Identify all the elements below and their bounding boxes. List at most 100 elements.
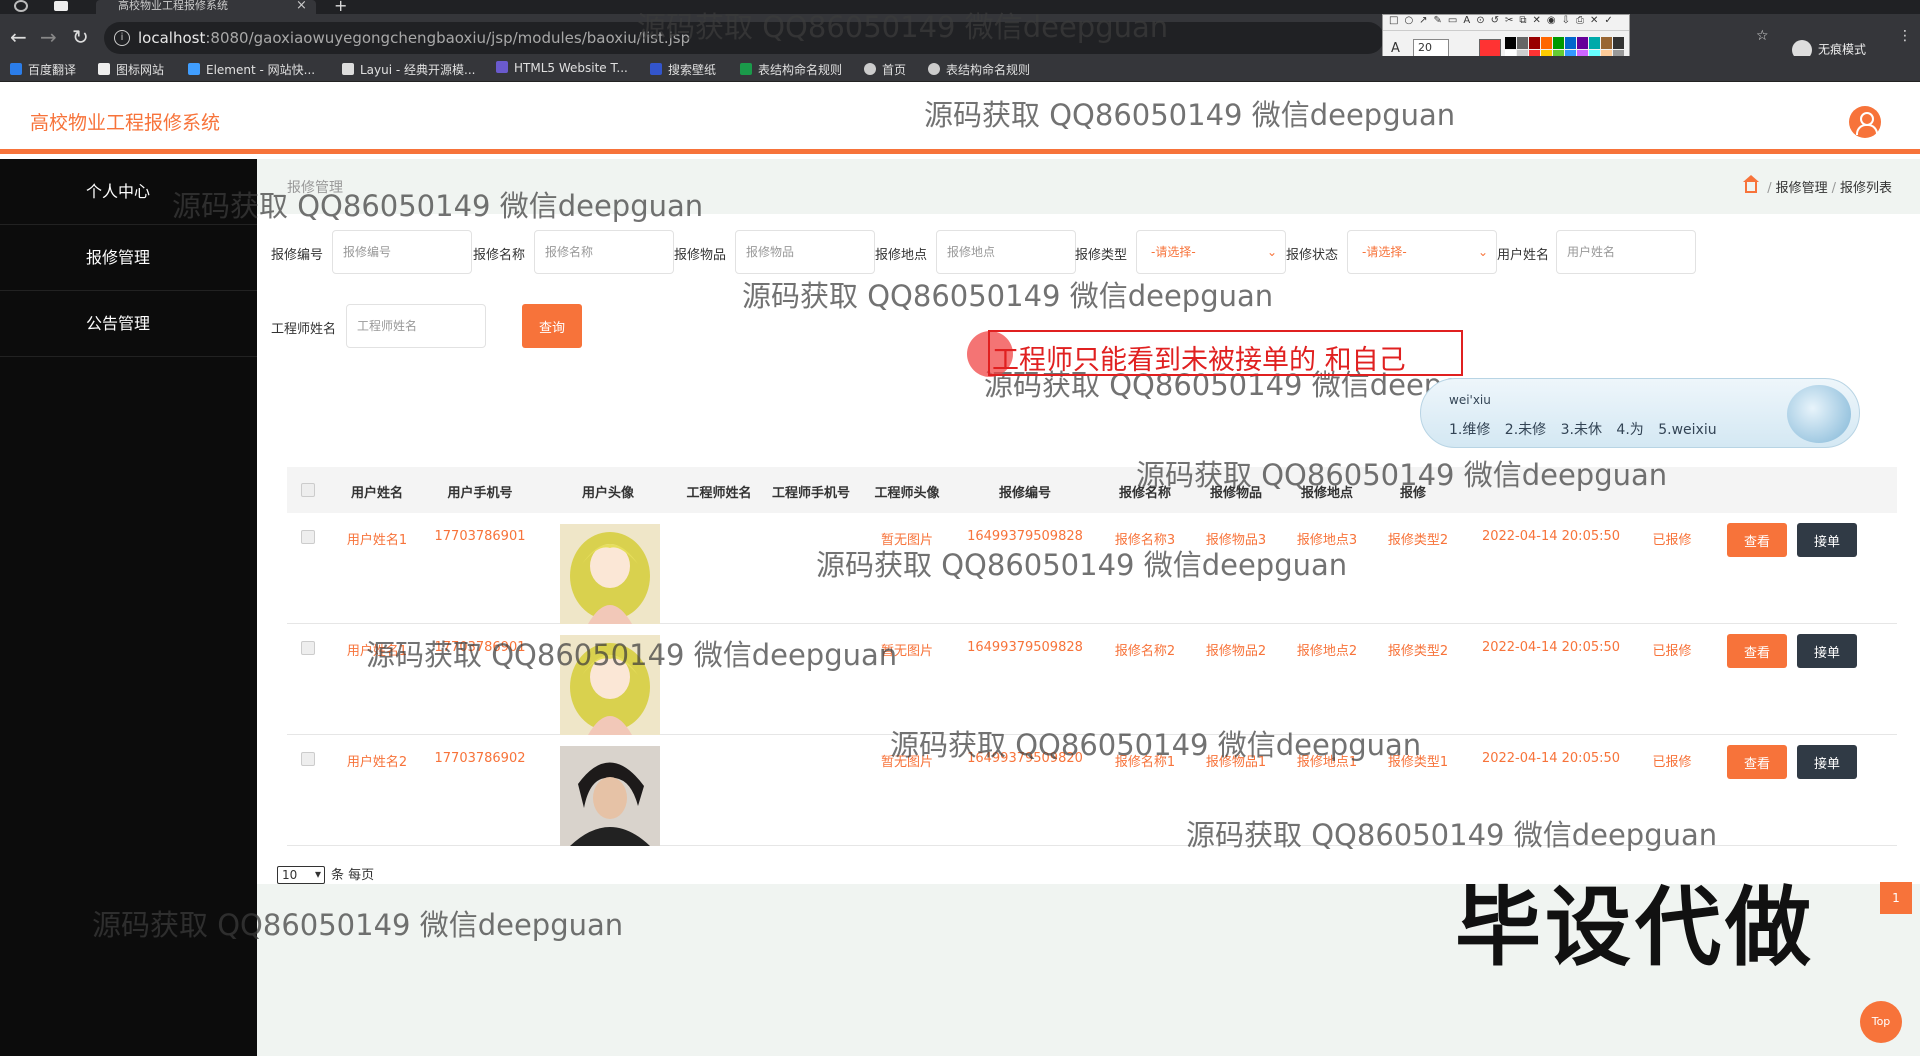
repair-item-input[interactable] bbox=[735, 230, 875, 274]
window-icon bbox=[54, 1, 68, 11]
column-header: 工程师头像 bbox=[874, 486, 940, 501]
more-icon[interactable]: ⋮ bbox=[1898, 28, 1912, 44]
app-header: 高校物业工程报修系统 bbox=[0, 82, 1920, 154]
browser-tab-title: 高校物业工程报修系统 bbox=[118, 0, 228, 12]
repair-item-cell: 报修物品2 bbox=[1205, 644, 1267, 659]
font-size-select[interactable]: 20 bbox=[1413, 39, 1449, 57]
repair-item-cell: 报修物品1 bbox=[1205, 755, 1267, 770]
table-header: 用户姓名 用户手机号 用户头像 工程师姓名 工程师手机号 工程师头像 报修编号 … bbox=[287, 467, 1897, 513]
repair-status-cell: 已报修 bbox=[1652, 644, 1692, 659]
sidebar-item-label: 公告管理 bbox=[86, 314, 151, 333]
filter-label: 报修地点 bbox=[875, 248, 928, 263]
info-icon[interactable]: i bbox=[114, 30, 130, 46]
repair-type-cell: 报修类型2 bbox=[1387, 533, 1449, 548]
take-order-button[interactable]: 接单 bbox=[1797, 634, 1857, 668]
bookmark-item[interactable]: 搜索壁纸 bbox=[650, 61, 716, 78]
browser-tabbar: 高校物业工程报修系统 × + bbox=[0, 0, 1920, 15]
incognito-label: 无痕模式 bbox=[1818, 42, 1867, 57]
bookmark-label: 百度翻译 bbox=[28, 63, 77, 77]
engineer-name-input[interactable] bbox=[346, 304, 486, 348]
ime-candidate-window: wei'xiu 1.维修 2.未修 3.未休 4.为 5.weixiu bbox=[1420, 378, 1860, 448]
forward-icon[interactable]: → bbox=[40, 25, 57, 49]
repair-type-select[interactable]: -请选择- ⌄ bbox=[1136, 230, 1286, 274]
bookmark-item[interactable]: Element - 网站快... bbox=[188, 61, 315, 78]
breadcrumb-item[interactable]: 报修管理 bbox=[1776, 181, 1828, 196]
browser-tab[interactable]: 高校物业工程报修系统 bbox=[96, 0, 316, 14]
sidebar-item-personal-center[interactable]: 个人中心 bbox=[0, 159, 257, 225]
list-panel: 报修编号 报修名称 报修物品 报修地点 报修类型 -请选择- ⌄ 报修状态 -请选… bbox=[257, 214, 1920, 914]
repair-place-cell: 报修地点1 bbox=[1296, 755, 1358, 770]
take-order-button[interactable]: 接单 bbox=[1797, 745, 1857, 779]
bookmark-item[interactable]: 图标网站 bbox=[98, 61, 164, 78]
bookmark-label: 表结构命名规则 bbox=[946, 63, 1031, 77]
bookmark-item[interactable]: 表结构命名规则 bbox=[740, 61, 842, 78]
user-avatar-image bbox=[560, 524, 660, 624]
bookmark-item[interactable]: 首页 bbox=[864, 61, 906, 78]
sidebar-item-repair-management[interactable]: 报修管理 bbox=[0, 225, 257, 291]
sheet-icon bbox=[740, 63, 752, 75]
bookmark-label: Layui - 经典开源模... bbox=[360, 63, 476, 77]
annotation-text: 工程师只能看到未被接单的 和自己 bbox=[992, 345, 1406, 376]
star-icon[interactable]: ☆ bbox=[1756, 28, 1769, 44]
view-button[interactable]: 查看 bbox=[1727, 634, 1787, 668]
bookmark-item[interactable]: Layui - 经典开源模... bbox=[342, 61, 475, 78]
breadcrumb-item: 报修列表 bbox=[1839, 181, 1892, 196]
page-size-select[interactable]: 10 bbox=[277, 866, 325, 884]
user-avatar-icon[interactable] bbox=[1849, 106, 1881, 138]
repair-place-input[interactable] bbox=[936, 230, 1076, 274]
repair-name-input[interactable] bbox=[534, 230, 674, 274]
user-name-cell: 用户姓名1 bbox=[346, 644, 408, 659]
reload-icon[interactable]: ↻ bbox=[72, 25, 89, 49]
page-number-button[interactable]: 1 bbox=[1880, 882, 1912, 914]
repair-time-cell: 2022-04-14 20:05:50 bbox=[1481, 529, 1621, 544]
page-header: 报修管理 / 报修管理 / 报修列表 bbox=[257, 159, 1920, 214]
phone-cell: 17703786901 bbox=[434, 529, 526, 544]
view-button[interactable]: 查看 bbox=[1727, 523, 1787, 557]
row-checkbox[interactable] bbox=[301, 752, 315, 766]
repair-no-input[interactable] bbox=[332, 230, 472, 274]
view-button[interactable]: 查看 bbox=[1727, 745, 1787, 779]
sidebar-item-label: 个人中心 bbox=[86, 182, 151, 201]
repair-type-cell: 报修类型2 bbox=[1387, 644, 1449, 659]
engineer-avatar-cell: 暂无图片 bbox=[880, 755, 934, 770]
home-icon[interactable] bbox=[1743, 175, 1760, 193]
new-tab-icon[interactable]: + bbox=[334, 0, 347, 15]
bookmark-label: 搜索壁纸 bbox=[668, 63, 717, 77]
ime-candidates[interactable]: 1.维修 2.未修 3.未休 4.为 5.weixiu bbox=[1449, 419, 1717, 439]
sidebar-item-label: 报修管理 bbox=[86, 248, 151, 267]
user-name-cell: 用户姓名2 bbox=[346, 755, 408, 770]
bookmark-item[interactable]: 表结构命名规则 bbox=[928, 61, 1030, 78]
ime-pinyin: wei'xiu bbox=[1449, 393, 1491, 407]
query-button[interactable]: 查询 bbox=[522, 304, 582, 348]
breadcrumb: / 报修管理 / 报修列表 bbox=[1743, 175, 1892, 196]
take-order-button[interactable]: 接单 bbox=[1797, 523, 1857, 557]
repair-no-cell: 16499379509828 bbox=[967, 529, 1083, 544]
back-icon[interactable]: ← bbox=[10, 25, 27, 49]
layui-icon bbox=[342, 63, 354, 75]
repair-time-cell: 2022-04-14 20:05:50 bbox=[1481, 751, 1621, 766]
filter-label: 用户姓名 bbox=[1497, 248, 1550, 263]
repair-status-cell: 已报修 bbox=[1652, 755, 1692, 770]
row-checkbox[interactable] bbox=[301, 641, 315, 655]
user-name-cell: 用户姓名1 bbox=[346, 533, 408, 548]
browser-menu-icon[interactable] bbox=[14, 0, 28, 12]
repair-name-cell: 报修名称1 bbox=[1114, 755, 1176, 770]
repair-status-cell: 已报修 bbox=[1652, 533, 1692, 548]
row-checkbox[interactable] bbox=[301, 530, 315, 544]
drawing-tools-row[interactable]: □○↗✎▭A⊙↺✂⧉✕◉⇩⎙✕✓ bbox=[1383, 15, 1629, 31]
select-all-checkbox[interactable] bbox=[301, 483, 315, 497]
bookmark-item[interactable]: HTML5 Website T... bbox=[496, 61, 628, 75]
close-tab-icon[interactable]: × bbox=[296, 0, 307, 13]
filter-label: 报修物品 bbox=[674, 248, 727, 263]
bookmark-item[interactable]: 百度翻译 bbox=[10, 61, 76, 78]
column-header: 用户头像 bbox=[581, 486, 635, 501]
url-input[interactable]: i localhost:8080/gaoxiaowuyegongchengbao… bbox=[104, 22, 1384, 54]
repair-type-cell: 报修类型1 bbox=[1387, 755, 1449, 770]
repair-status-select[interactable]: -请选择- ⌄ bbox=[1347, 230, 1497, 274]
url-path: :8080/gaoxiaowuyegongchengbaoxiu/jsp/mod… bbox=[205, 29, 691, 47]
back-to-top-button[interactable]: Top bbox=[1860, 1001, 1902, 1043]
sidebar-item-notice-management[interactable]: 公告管理 bbox=[0, 291, 257, 357]
bookmark-label: Element - 网站快... bbox=[206, 63, 316, 77]
user-name-input[interactable] bbox=[1556, 230, 1696, 274]
address-bar-row: ← → ↻ i localhost:8080/gaoxiaowuyegongch… bbox=[0, 14, 1920, 66]
